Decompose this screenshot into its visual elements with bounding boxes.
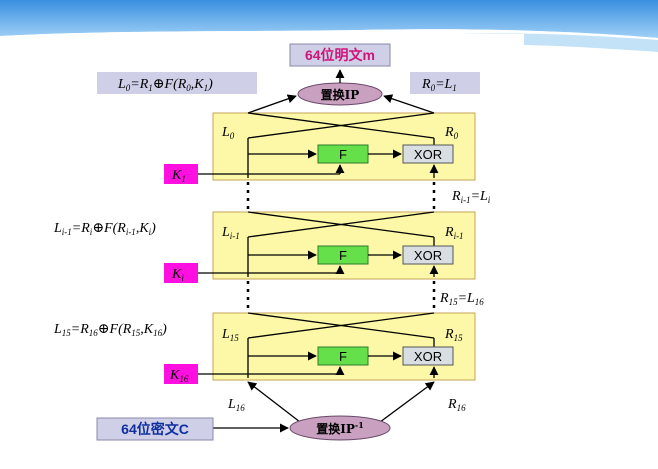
- round-16-xor-label: XOR: [414, 349, 442, 364]
- low-left-formula: L15=R16⊕F(R15,K16): [53, 322, 167, 338]
- mid-right-formula: Ri-1=Li: [451, 189, 491, 205]
- round-1-xor-label: XOR: [414, 147, 442, 162]
- output-plaintext-label: 64位明文m: [305, 47, 375, 63]
- round-i-f-label: F: [339, 248, 347, 263]
- round-1-f-label: F: [339, 147, 347, 162]
- input-ciphertext-label: 64位密文C: [121, 421, 189, 437]
- top-right-formula: R0=L1: [421, 77, 457, 93]
- top-left-formula: L0=R1⊕F(R0,K1): [117, 77, 213, 93]
- round-i-xor-label: XOR: [414, 248, 442, 263]
- des-decryption-diagram: 64位明文m L0=R1⊕F(R0,K1) R0=L1 置换IP L0 R0 F…: [40, 34, 524, 446]
- round-16-f-label: F: [339, 349, 347, 364]
- ip-permutation-label: 置换IP: [321, 87, 360, 102]
